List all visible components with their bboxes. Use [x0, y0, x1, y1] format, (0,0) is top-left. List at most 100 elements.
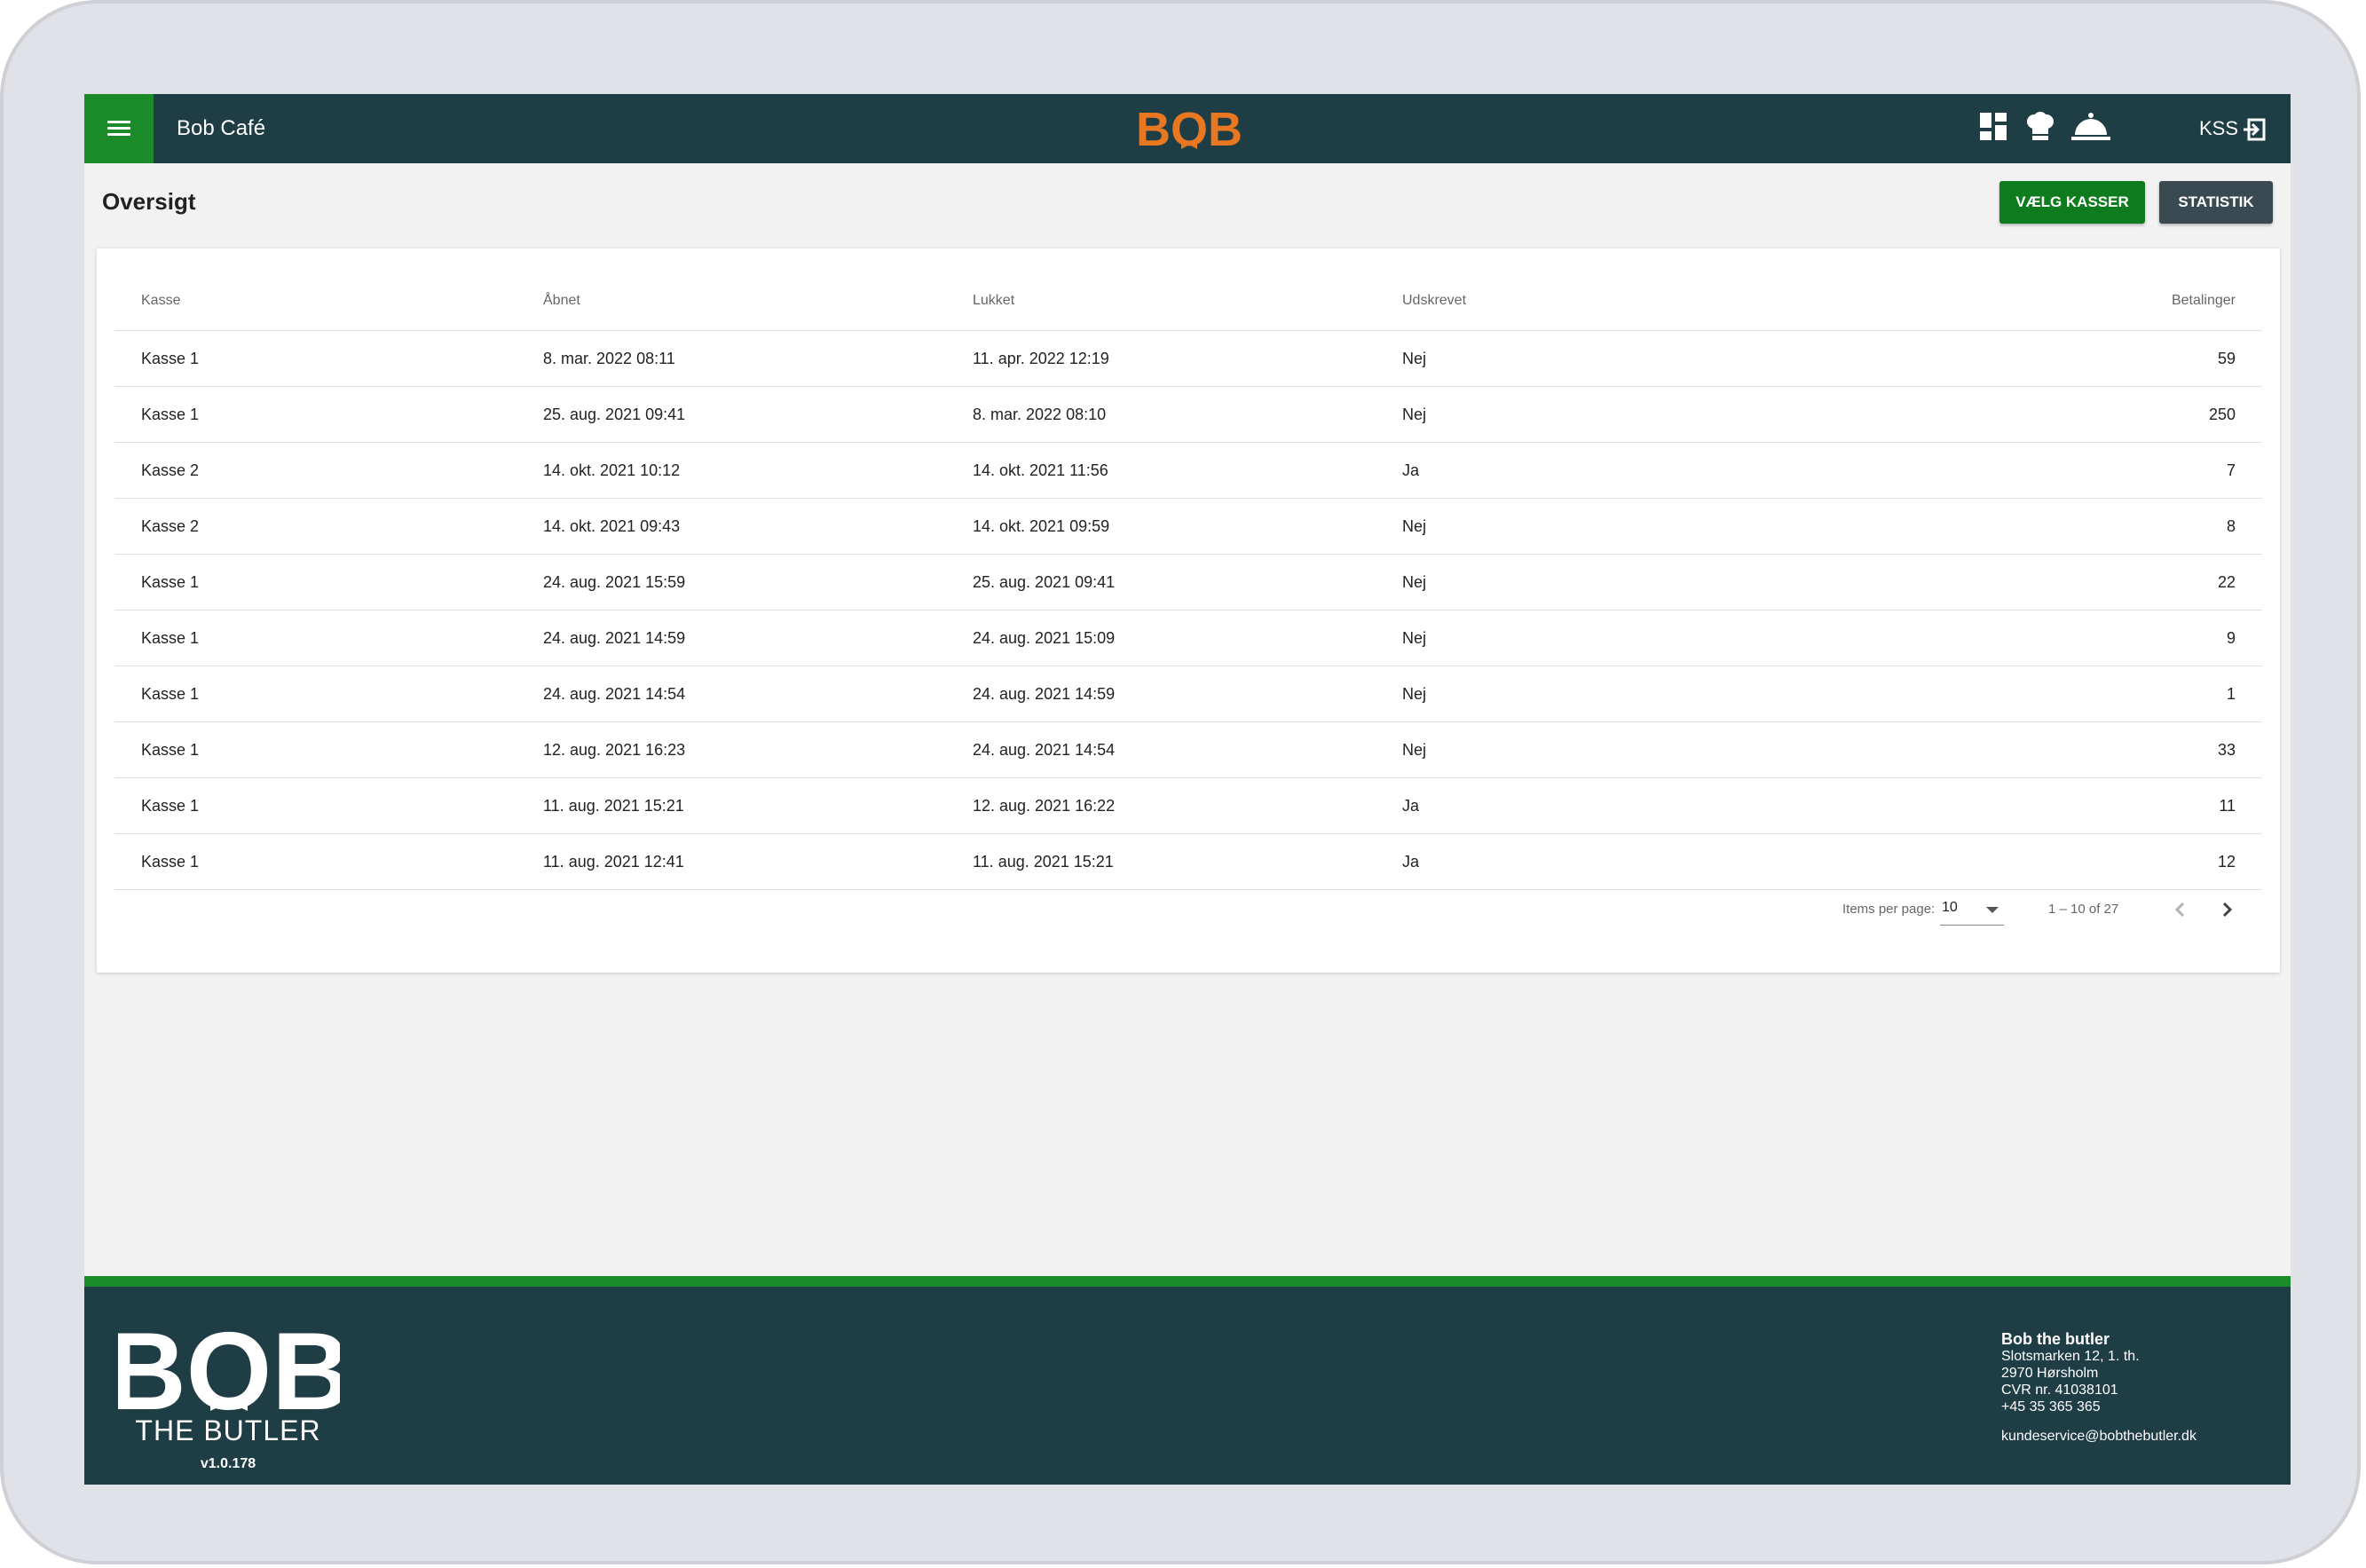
company-phone: +45 35 365 365 [2001, 1399, 2101, 1414]
cell-printed: Nej [1376, 554, 1805, 611]
table-row[interactable]: Kasse 2 14. okt. 2021 10:12 14. okt. 202… [114, 442, 2262, 499]
cell-opened: 8. mar. 2022 08:11 [517, 330, 946, 387]
cell-register: Kasse 2 [114, 498, 517, 555]
cell-opened: 14. okt. 2021 10:12 [517, 442, 946, 499]
cell-opened: 14. okt. 2021 09:43 [517, 498, 946, 555]
registers-card: Kasse Åbnet Lukket Udskrevet Betalinger … [97, 248, 2280, 973]
venue-name: Bob Café [177, 116, 266, 140]
cloche-icon[interactable] [2070, 111, 2111, 143]
page-size-select[interactable]: 10 [1940, 896, 2004, 926]
cell-opened: 25. aug. 2021 09:41 [517, 386, 946, 443]
table-row[interactable]: Kasse 1 24. aug. 2021 14:54 24. aug. 202… [114, 666, 2262, 722]
cell-payments: 11 [1805, 777, 2262, 834]
cell-printed: Ja [1376, 833, 1805, 890]
cell-printed: Nej [1376, 721, 1805, 778]
cell-register: Kasse 1 [114, 330, 517, 387]
column-header-kasse[interactable]: Kasse [114, 272, 517, 331]
logout-icon[interactable] [2242, 117, 2267, 142]
cell-payments: 1 [1805, 666, 2262, 722]
table-row[interactable]: Kasse 1 12. aug. 2021 16:23 24. aug. 202… [114, 721, 2262, 778]
footer-tagline: THE BUTLER [135, 1414, 321, 1446]
cell-payments: 250 [1805, 386, 2262, 443]
items-per-page-label: Items per page: [1842, 902, 1936, 917]
cell-printed: Nej [1376, 498, 1805, 555]
cell-closed: 24. aug. 2021 15:09 [946, 610, 1376, 666]
cell-payments: 59 [1805, 330, 2262, 387]
company-cvr: CVR nr. 41038101 [2001, 1383, 2118, 1398]
column-header-betalinger[interactable]: Betalinger [1805, 272, 2262, 331]
company-address-line2: 2970 Hørsholm [2001, 1366, 2099, 1381]
cell-closed: 24. aug. 2021 14:59 [946, 666, 1376, 722]
app-version: v1.0.178 [200, 1456, 256, 1471]
cell-opened: 24. aug. 2021 14:59 [517, 610, 946, 666]
cell-register: Kasse 1 [114, 721, 517, 778]
column-header-udskrevet[interactable]: Udskrevet [1376, 272, 1805, 331]
cell-opened: 12. aug. 2021 16:23 [517, 721, 946, 778]
cell-register: Kasse 1 [114, 777, 517, 834]
top-bar: Bob Café BOB KSS [84, 94, 2291, 163]
table-row[interactable]: Kasse 1 11. aug. 2021 12:41 11. aug. 202… [114, 833, 2262, 890]
footer: BOB THE BUTLER v1.0.178 Bob the butler S… [84, 1276, 2291, 1485]
table-row[interactable]: Kasse 1 11. aug. 2021 15:21 12. aug. 202… [114, 777, 2262, 834]
cell-register: Kasse 1 [114, 666, 517, 722]
footer-logo-text: BOB [118, 1324, 340, 1413]
cell-closed: 12. aug. 2021 16:22 [946, 777, 1376, 834]
company-info: Bob the butler Slotsmarken 12, 1. th. 29… [2001, 1331, 2196, 1445]
cell-printed: Nej [1376, 610, 1805, 666]
table-row[interactable]: Kasse 1 24. aug. 2021 15:59 25. aug. 202… [114, 554, 2262, 611]
menu-icon [107, 121, 130, 137]
column-header-lukket[interactable]: Lukket [946, 272, 1376, 331]
cell-printed: Nej [1376, 666, 1805, 722]
table-row[interactable]: Kasse 2 14. okt. 2021 09:43 14. okt. 202… [114, 498, 2262, 555]
cell-printed: Nej [1376, 386, 1805, 443]
cell-payments: 7 [1805, 442, 2262, 499]
cell-closed: 14. okt. 2021 11:56 [946, 442, 1376, 499]
user-code[interactable]: KSS [2199, 94, 2238, 163]
column-header-aabnet[interactable]: Åbnet [517, 272, 946, 331]
table-row[interactable]: Kasse 1 24. aug. 2021 14:59 24. aug. 202… [114, 610, 2262, 666]
table-row[interactable]: Kasse 1 8. mar. 2022 08:11 11. apr. 2022… [114, 330, 2262, 387]
cell-closed: 14. okt. 2021 09:59 [946, 498, 1376, 555]
page-title: Oversigt [102, 188, 196, 215]
cell-opened: 11. aug. 2021 12:41 [517, 833, 946, 890]
cell-register: Kasse 1 [114, 386, 517, 443]
cell-payments: 33 [1805, 721, 2262, 778]
bob-logo: BOB [1136, 105, 1242, 153]
cell-closed: 11. apr. 2022 12:19 [946, 330, 1376, 387]
choose-registers-button[interactable]: VÆLG KASSER [1999, 181, 2145, 224]
cell-printed: Ja [1376, 777, 1805, 834]
cell-printed: Nej [1376, 330, 1805, 387]
statistics-button[interactable]: STATISTIK [2159, 181, 2273, 224]
cell-register: Kasse 1 [114, 833, 517, 890]
chef-hat-icon[interactable] [2024, 111, 2056, 143]
cell-opened: 24. aug. 2021 14:54 [517, 666, 946, 722]
company-name: Bob the butler [2001, 1330, 2110, 1348]
app-screen: Bob Café BOB KSS Oversigt VÆLG KASSER ST… [84, 94, 2291, 1485]
menu-button[interactable] [84, 94, 154, 163]
cell-opened: 24. aug. 2021 15:59 [517, 554, 946, 611]
chevron-left-icon[interactable] [2168, 897, 2193, 922]
chevron-right-icon[interactable] [2214, 897, 2239, 922]
company-email-link[interactable]: kundeservice@bobthebutler.dk [2001, 1428, 2196, 1445]
page-range: 1 – 10 of 27 [2048, 902, 2119, 917]
table-row[interactable]: Kasse 1 25. aug. 2021 09:41 8. mar. 2022… [114, 386, 2262, 443]
cell-closed: 8. mar. 2022 08:10 [946, 386, 1376, 443]
dashboard-icon[interactable] [1978, 111, 2008, 141]
cell-payments: 12 [1805, 833, 2262, 890]
cell-closed: 25. aug. 2021 09:41 [946, 554, 1376, 611]
bob-logo-text: BOB [1136, 105, 1242, 153]
registers-table: Kasse Åbnet Lukket Udskrevet Betalinger … [114, 272, 2262, 890]
bob-the-butler-logo: BOB [118, 1324, 340, 1413]
sub-header: Oversigt [84, 163, 2291, 238]
cell-register: Kasse 1 [114, 610, 517, 666]
cell-payments: 22 [1805, 554, 2262, 611]
cell-closed: 11. aug. 2021 15:21 [946, 833, 1376, 890]
page-size-value: 10 [1942, 900, 1958, 915]
cell-payments: 9 [1805, 610, 2262, 666]
company-address-line1: Slotsmarken 12, 1. th. [2001, 1349, 2140, 1364]
cell-closed: 24. aug. 2021 14:54 [946, 721, 1376, 778]
dropdown-caret-icon [1986, 907, 1999, 913]
cell-opened: 11. aug. 2021 15:21 [517, 777, 946, 834]
cell-register: Kasse 2 [114, 442, 517, 499]
cell-printed: Ja [1376, 442, 1805, 499]
